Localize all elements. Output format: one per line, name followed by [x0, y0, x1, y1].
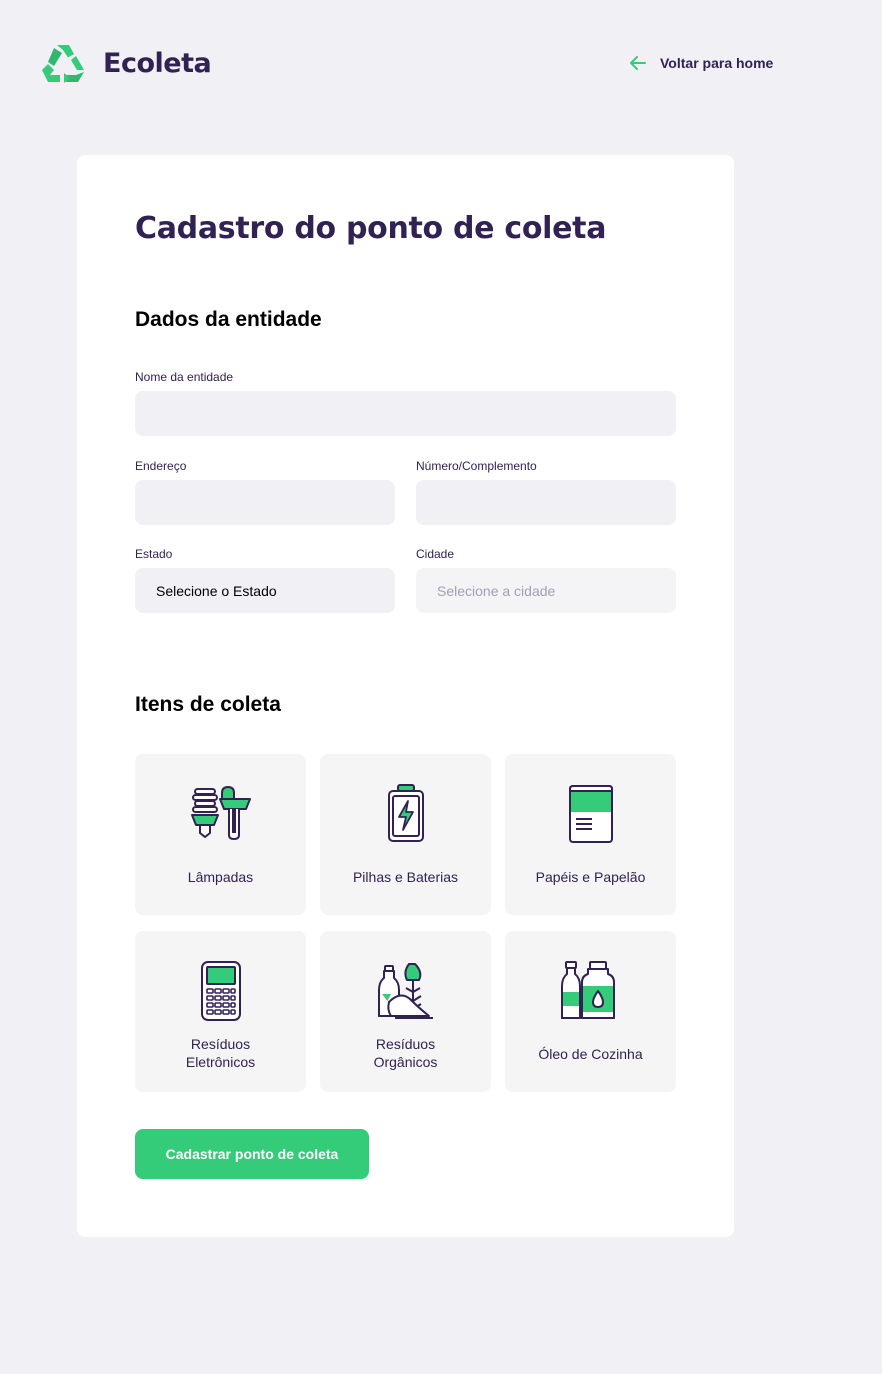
lamps-icon [190, 786, 251, 840]
paper-icon [568, 785, 613, 843]
city-label: Cidade [416, 547, 455, 561]
oil-icon [560, 961, 615, 1019]
item-electronics-label-line-1: Resíduos [190, 1036, 251, 1052]
electronics-icon [200, 961, 241, 1021]
item-electronics-label: Resíduos Eletrônicos [135, 1035, 306, 1071]
number-label: Número/Complemento [416, 459, 537, 473]
item-batteries-label: Pilhas e Baterias [352, 869, 459, 885]
city-select[interactable]: Selecione a cidade [416, 568, 676, 613]
item-lamps-label: Lâmpadas [187, 869, 254, 885]
item-electronics-label-line-2: Eletrônicos [185, 1054, 256, 1070]
recycle-icon [42, 45, 84, 83]
address-label: Endereço [135, 459, 187, 473]
address-input[interactable] [135, 480, 395, 525]
organic-icon [377, 963, 433, 1019]
logo-text: Ecoleta [103, 47, 212, 79]
back-home-link[interactable]: Voltar para home [628, 53, 773, 73]
registration-card: Cadastro do ponto de coleta Dados da ent… [77, 155, 734, 1237]
page-header: Ecoleta Voltar para home [0, 0, 882, 130]
state-label: Estado [135, 547, 173, 561]
state-select-value: Selecione o Estado [156, 582, 277, 599]
item-oil-label: Óleo de Cozinha [538, 1046, 643, 1062]
number-input[interactable] [416, 480, 676, 525]
item-paper[interactable]: Papéis e Papelão [505, 754, 676, 915]
submit-button[interactable]: Cadastrar ponto de coleta [135, 1129, 369, 1179]
item-lamps[interactable]: Lâmpadas [135, 754, 306, 915]
entity-name-label: Nome da entidade [135, 370, 234, 384]
item-organic[interactable]: Resíduos Orgânicos [320, 931, 491, 1092]
item-oil[interactable]: Óleo de Cozinha [505, 931, 676, 1092]
arrow-left-icon [630, 56, 646, 70]
item-organic-label: Resíduos Orgânicos [320, 1035, 491, 1071]
entity-name-input[interactable] [135, 391, 676, 436]
item-electronics[interactable]: Resíduos Eletrônicos [135, 931, 306, 1092]
item-organic-label-line-1: Resíduos [375, 1036, 436, 1052]
state-select[interactable]: Selecione o Estado [135, 568, 395, 613]
item-batteries[interactable]: Pilhas e Baterias [320, 754, 491, 915]
entity-section-title: Dados da entidade [135, 308, 322, 331]
back-home-label: Voltar para home [660, 55, 774, 71]
item-paper-label: Papéis e Papelão [535, 869, 646, 885]
battery-icon [387, 784, 424, 842]
city-select-value: Selecione a cidade [437, 582, 556, 599]
logo[interactable]: Ecoleta [40, 42, 212, 84]
items-section-title: Itens de coleta [135, 693, 281, 716]
item-organic-label-line-2: Orgânicos [373, 1054, 438, 1070]
page-title: Cadastro do ponto de coleta [135, 211, 607, 246]
